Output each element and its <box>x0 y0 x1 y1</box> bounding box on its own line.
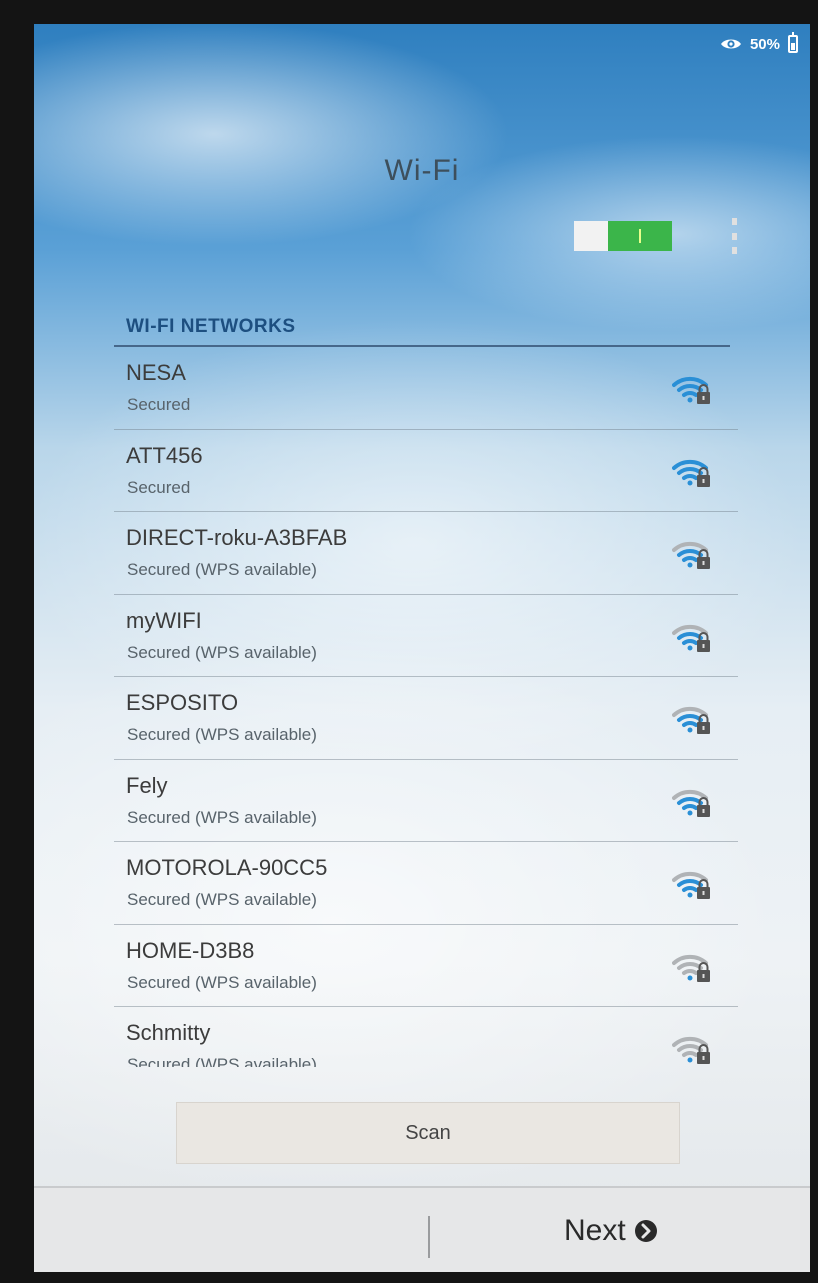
device-screen: 50% Wi-Fi WI-FI NETWORKS NESA Secured ATT4… <box>34 24 810 1272</box>
wifi-secured-icon <box>672 621 712 655</box>
eye-icon <box>720 37 742 51</box>
wifi-secured-icon <box>672 456 712 490</box>
chevron-right-icon <box>634 1219 658 1243</box>
overflow-menu-icon[interactable] <box>728 218 740 254</box>
bottom-divider <box>428 1216 430 1258</box>
wifi-secured-icon <box>672 373 712 407</box>
network-security-status: Secured (WPS available) <box>127 725 317 744</box>
next-label: Next <box>564 1214 626 1247</box>
network-security-status: Secured (WPS available) <box>127 972 317 992</box>
scan-button[interactable]: Scan <box>176 1102 680 1164</box>
network-item[interactable]: HOME-D3B8 Secured (WPS available) <box>114 925 738 1007</box>
wifi-secured-icon <box>672 538 712 572</box>
wifi-toggle[interactable] <box>574 221 672 251</box>
network-security-status: Secured (WPS available) <box>127 642 317 662</box>
page-title: Wi-Fi <box>384 154 460 187</box>
toggle-off-side <box>574 221 608 251</box>
battery-icon <box>788 32 798 53</box>
network-item[interactable]: NESA Secured <box>114 347 738 430</box>
network-security-status: Secured (WPS available) <box>127 890 317 909</box>
network-security-status: Secured (WPS available) <box>127 1055 317 1067</box>
section-title: WI-FI NETWORKS <box>126 316 296 337</box>
next-button[interactable]: Next <box>564 1206 658 1256</box>
battery-percent: 50% <box>749 35 780 53</box>
network-security-status: Secured <box>127 477 191 497</box>
wifi-secured-icon <box>672 786 712 820</box>
network-item[interactable]: Schmitty Secured (WPS available) <box>114 1007 738 1067</box>
network-item[interactable]: ATT456 Secured <box>114 430 738 512</box>
network-item[interactable]: Fely Secured (WPS available) <box>114 760 738 842</box>
network-item[interactable]: MOTOROLA-90CC5 Secured (WPS available) <box>114 842 738 925</box>
toggle-on-mark <box>639 229 641 243</box>
network-name: Fely <box>126 772 168 798</box>
wifi-secured-icon <box>672 868 712 902</box>
network-name: MOTOROLA-90CC5 <box>126 855 328 880</box>
network-name: DIRECT-roku-A3BFAB <box>126 525 348 550</box>
network-item[interactable]: myWIFI Secured (WPS available) <box>114 595 738 677</box>
network-security-status: Secured (WPS available) <box>127 807 317 827</box>
network-item[interactable]: ESPOSITO Secured (WPS available) <box>114 677 738 760</box>
network-name: myWIFI <box>126 607 202 633</box>
network-security-status: Secured <box>127 395 191 414</box>
network-item[interactable]: DIRECT-roku-A3BFAB Secured (WPS available… <box>114 512 738 595</box>
network-name: ATT456 <box>126 442 203 468</box>
toggle-on-side <box>608 221 672 251</box>
network-name: HOME-D3B8 <box>126 937 255 963</box>
wifi-secured-icon <box>672 1033 712 1067</box>
bottom-navigation-bar: Next <box>34 1186 810 1272</box>
wifi-secured-icon <box>672 951 712 985</box>
network-name: ESPOSITO <box>126 690 239 715</box>
wifi-secured-icon <box>672 703 712 737</box>
network-security-status: Secured (WPS available) <box>127 560 317 579</box>
network-list: NESA Secured ATT456 Secured DIRECT-roku-A3BF… <box>114 347 738 1067</box>
network-name: NESA <box>126 360 186 385</box>
status-bar: 50% <box>720 32 798 56</box>
network-name: Schmitty <box>126 1020 211 1045</box>
